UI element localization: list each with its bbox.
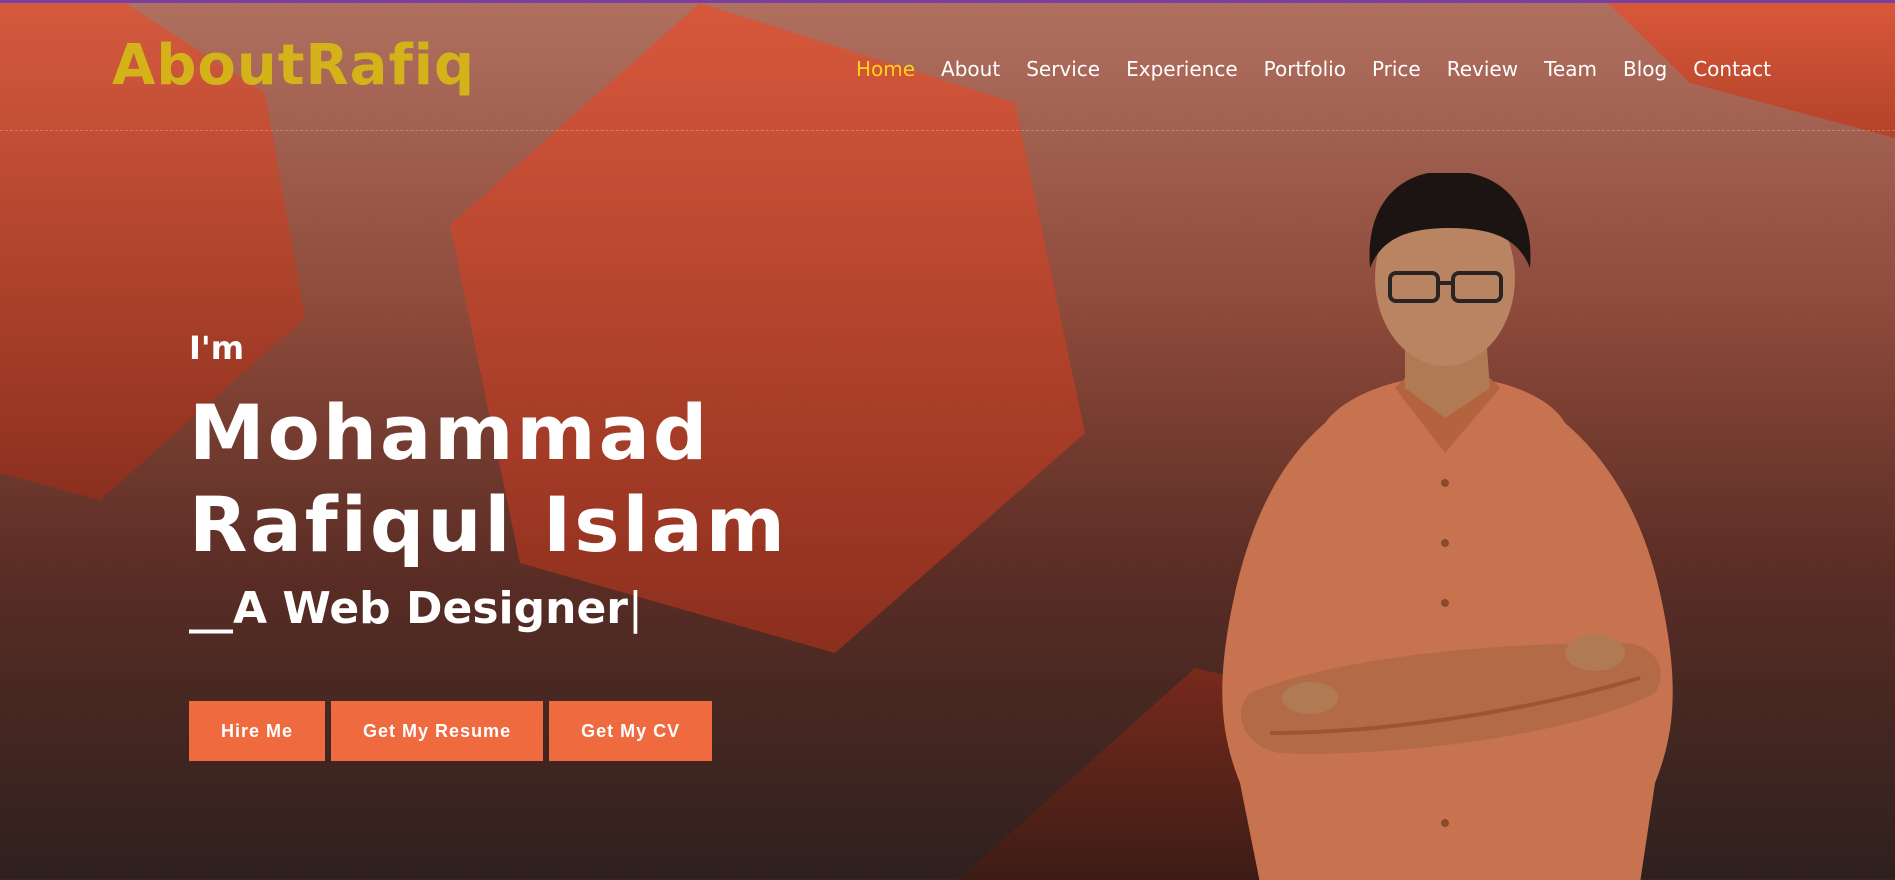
hero-name: Mohammad Rafiqul Islam (189, 387, 788, 571)
nav-experience[interactable]: Experience (1126, 57, 1238, 81)
nav-contact[interactable]: Contact (1693, 57, 1771, 81)
nav-team[interactable]: Team (1544, 57, 1597, 81)
nav-price[interactable]: Price (1372, 57, 1421, 81)
shirt (1222, 377, 1673, 880)
nav-about[interactable]: About (941, 57, 1000, 81)
get-resume-button[interactable]: Get My Resume (331, 701, 544, 761)
nav-blog[interactable]: Blog (1623, 57, 1667, 81)
nav-home[interactable]: Home (856, 57, 915, 81)
hero-intro: I'm (189, 329, 245, 367)
nav-portfolio[interactable]: Portfolio (1264, 57, 1346, 81)
hero-buttons: Hire Me Get My Resume Get My CV (189, 701, 713, 761)
get-cv-button[interactable]: Get My CV (549, 701, 713, 761)
hero-name-line1: Mohammad (189, 388, 711, 477)
hero-text: I'm Mohammad Rafiqul Islam __A Web Desig… (189, 329, 788, 634)
profile-photo (1222, 173, 1673, 880)
hero-name-line2: Rafiqul Islam (189, 480, 788, 569)
nav-review[interactable]: Review (1447, 57, 1518, 81)
site-logo[interactable]: AboutRafiq (112, 33, 475, 98)
site-header: AboutRafiq Home About Service Experience… (0, 3, 1895, 131)
main-nav: Home About Service Experience Portfolio … (856, 57, 1771, 81)
hero-role-text: __A Web Designer (189, 583, 628, 634)
hero-role: __A Web Designer| (189, 583, 788, 634)
hire-me-button[interactable]: Hire Me (189, 701, 326, 761)
nav-service[interactable]: Service (1026, 57, 1100, 81)
typing-cursor: | (628, 583, 643, 634)
hand-right (1565, 635, 1625, 671)
hand-left (1282, 682, 1338, 714)
